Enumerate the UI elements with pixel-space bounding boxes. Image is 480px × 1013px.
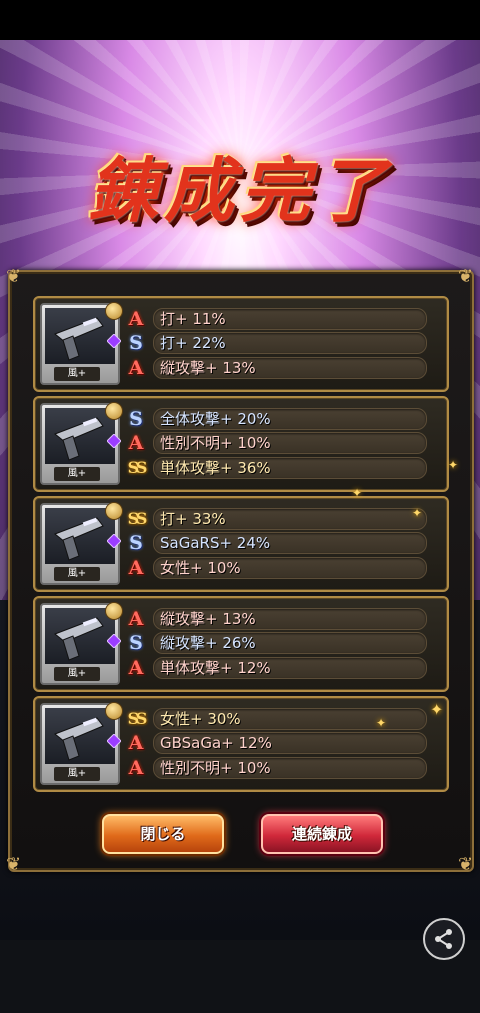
weapon-image bbox=[45, 708, 115, 764]
stat-text: 縦攻撃+ 26% bbox=[160, 634, 256, 652]
stat-text: 単体攻撃+ 36% bbox=[160, 459, 271, 477]
pistol-icon bbox=[54, 317, 104, 361]
rank-a-icon: A bbox=[128, 308, 144, 330]
weapon-result-card: 風+ A 打+ 11% S 打+ 22% A 縦攻撃+ 13% bbox=[33, 296, 449, 392]
gold-orb-icon bbox=[105, 402, 123, 420]
stat-row: S 縦攻撃+ 26% bbox=[129, 632, 427, 654]
weapon-image bbox=[45, 408, 115, 464]
stat-row: A 打+ 11% bbox=[129, 308, 427, 330]
stat-text: 打+ 22% bbox=[160, 334, 226, 352]
rank-a-icon: A bbox=[128, 357, 144, 379]
purple-gem-icon bbox=[107, 334, 121, 348]
purple-gem-icon bbox=[107, 734, 121, 748]
rank-a-icon: A bbox=[128, 608, 144, 630]
ornament-corner-icon: ❦ bbox=[6, 854, 22, 875]
pistol-icon bbox=[54, 417, 104, 461]
stat-text: 全体攻撃+ 20% bbox=[160, 410, 271, 428]
stat-row: S 全体攻撃+ 20% bbox=[129, 408, 427, 430]
close-button[interactable]: 閉じる bbox=[102, 814, 224, 854]
stat-row: A GBSaGa+ 12% bbox=[129, 732, 427, 754]
stat-text: 単体攻撃+ 12% bbox=[160, 659, 271, 677]
purple-gem-icon bbox=[107, 634, 121, 648]
stat-row: A 性別不明+ 10% bbox=[129, 757, 427, 779]
element-label: 風+ bbox=[54, 567, 100, 581]
rank-a-icon: A bbox=[128, 657, 144, 679]
stat-text: 性別不明+ 10% bbox=[160, 434, 271, 452]
gold-orb-icon bbox=[105, 702, 123, 720]
stat-row: A 女性+ 10% bbox=[129, 557, 427, 579]
sparkle-icon: ✦ bbox=[412, 506, 423, 520]
continue-forge-button[interactable]: 連続錬成 bbox=[261, 814, 383, 854]
stat-text: 女性+ 10% bbox=[160, 559, 241, 577]
share-button[interactable] bbox=[423, 918, 465, 960]
element-label: 風+ bbox=[54, 667, 100, 681]
rank-a-icon: A bbox=[128, 432, 144, 454]
purple-gem-icon bbox=[107, 534, 121, 548]
stat-row: A 性別不明+ 10% bbox=[129, 432, 427, 454]
stat-row: A 縦攻撃+ 13% bbox=[129, 357, 427, 379]
rank-ss-icon: SS bbox=[127, 709, 148, 728]
rank-ss-icon: SS bbox=[127, 458, 148, 477]
pistol-icon bbox=[54, 617, 104, 661]
rank-a-icon: A bbox=[128, 557, 144, 579]
stat-row: SS 単体攻撃+ 36% bbox=[128, 457, 427, 479]
stat-row: S SaGaRS+ 24% bbox=[129, 532, 427, 554]
rank-s-icon: S bbox=[129, 632, 143, 654]
stat-row: A 単体攻撃+ 12% bbox=[129, 657, 427, 679]
rank-s-icon: S bbox=[129, 532, 143, 554]
stat-text: 性別不明+ 10% bbox=[160, 759, 271, 777]
pistol-icon bbox=[54, 717, 104, 761]
sparkle-icon: ✦ bbox=[352, 486, 363, 500]
stat-text: 女性+ 30% bbox=[160, 710, 241, 728]
stat-text: 縦攻撃+ 13% bbox=[160, 359, 256, 377]
rank-a-icon: A bbox=[128, 732, 144, 754]
ornament-corner-icon: ❦ bbox=[458, 854, 474, 875]
rank-s-icon: S bbox=[129, 332, 143, 354]
element-label: 風+ bbox=[54, 767, 100, 781]
stat-row: A 縦攻撃+ 13% bbox=[129, 608, 427, 630]
weapon-result-card: 風+ SS 女性+ 30% A GBSaGa+ 12% A 性別不明+ 10% bbox=[33, 696, 449, 792]
stat-text: 縦攻撃+ 13% bbox=[160, 610, 256, 628]
purple-gem-icon bbox=[107, 434, 121, 448]
element-label: 風+ bbox=[54, 467, 100, 481]
sparkle-icon: ✦ bbox=[430, 700, 444, 719]
weapon-image bbox=[45, 508, 115, 564]
weapon-result-card: 風+ S 全体攻撃+ 20% A 性別不明+ 10% SS 単体攻撃+ 36% bbox=[33, 396, 449, 492]
gold-orb-icon bbox=[105, 602, 123, 620]
stat-text: SaGaRS+ 24% bbox=[160, 534, 271, 552]
status-bar bbox=[0, 0, 480, 40]
stat-row: SS 打+ 33% bbox=[128, 508, 427, 530]
share-icon bbox=[435, 929, 452, 949]
gold-orb-icon bbox=[105, 502, 123, 520]
bottom-area bbox=[0, 940, 480, 1013]
result-title: 錬成完了 bbox=[88, 149, 392, 232]
pistol-icon bbox=[54, 517, 104, 561]
ornament-corner-icon: ❦ bbox=[458, 266, 474, 287]
weapon-image bbox=[45, 308, 115, 364]
weapon-result-card: 風+ A 縦攻撃+ 13% S 縦攻撃+ 26% A 単体攻撃+ 12% bbox=[33, 596, 449, 692]
sparkle-icon: ✦ bbox=[376, 716, 387, 730]
stat-text: GBSaGa+ 12% bbox=[160, 734, 272, 752]
rank-ss-icon: SS bbox=[127, 509, 148, 528]
ornament-corner-icon: ❦ bbox=[6, 266, 22, 287]
weapon-result-card: 風+ SS 打+ 33% S SaGaRS+ 24% A 女性+ 10% bbox=[33, 496, 449, 592]
stat-text: 打+ 33% bbox=[160, 510, 226, 528]
sparkle-icon: ✦ bbox=[448, 458, 459, 472]
rank-a-icon: A bbox=[128, 757, 144, 779]
stat-text: 打+ 11% bbox=[160, 310, 226, 328]
weapon-image bbox=[45, 608, 115, 664]
stat-row: S 打+ 22% bbox=[129, 332, 427, 354]
rank-s-icon: S bbox=[129, 408, 143, 430]
gold-orb-icon bbox=[105, 302, 123, 320]
element-label: 風+ bbox=[54, 367, 100, 381]
